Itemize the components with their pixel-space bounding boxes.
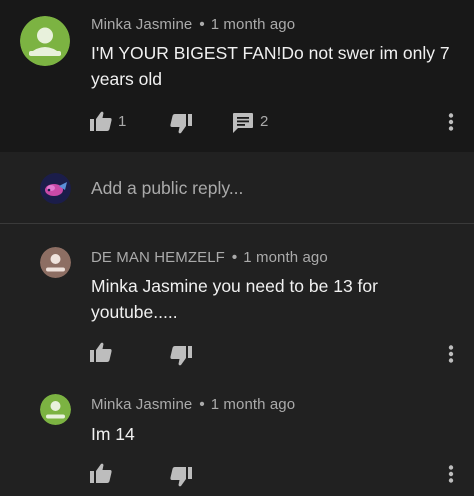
reply-author[interactable]: Minka Jasmine (91, 396, 192, 413)
reply-text-line: Im 14 (91, 424, 135, 444)
like-count: 1 (118, 113, 127, 130)
meta-separator: • (231, 249, 238, 266)
comment-header: Minka Jasmine • 1 month ago (91, 16, 295, 33)
reply-avatar[interactable] (40, 394, 71, 425)
reply-time: 1 month ago (243, 249, 328, 266)
reply-header: Minka Jasmine • 1 month ago (91, 396, 295, 413)
reply-avatar[interactable] (40, 247, 71, 278)
thumbs-down-icon[interactable] (170, 346, 192, 366)
main-comment: Minka Jasmine • 1 month ago I'M YOUR BIGES… (0, 0, 474, 152)
reply-text-line: Minka Jasmine you need to be 13 for (91, 276, 378, 296)
thumbs-up-icon[interactable] (90, 463, 112, 483)
meta-separator: • (199, 396, 205, 413)
meta-separator: • (199, 16, 205, 33)
comment-author[interactable]: Minka Jasmine (91, 16, 192, 33)
comment-text-line: years old (91, 69, 163, 89)
reply-text-line: youtube..... (91, 302, 178, 322)
reply-text: Im 14 (91, 421, 461, 447)
reply-input[interactable]: Add a public reply... (91, 178, 243, 199)
thumbs-down-icon[interactable] (170, 114, 192, 134)
reply-count[interactable]: 2 (260, 113, 268, 130)
thumbs-up-icon[interactable] (90, 342, 112, 362)
more-vert-icon[interactable] (448, 465, 454, 483)
reply-author[interactable]: DE MAN HEMZELF (91, 249, 225, 266)
comment-text-line: I'M YOUR BIGEST FAN!Do not swer im only … (91, 43, 450, 63)
thumbs-up-icon[interactable] (90, 111, 112, 131)
commenter-avatar[interactable] (20, 16, 70, 66)
reply-text: Minka Jasmine you need to be 13 for yout… (91, 273, 461, 325)
replies-section: Add a public reply... DE MAN HEMZELF • 1 m… (0, 152, 474, 496)
divider (0, 223, 474, 224)
comment-icon[interactable] (233, 113, 253, 133)
comment-time: 1 month ago (210, 16, 296, 33)
more-vert-icon[interactable] (448, 113, 454, 131)
comment-text: I'M YOUR BIGEST FAN!Do not swer im only … (91, 40, 461, 92)
user-avatar (40, 173, 71, 204)
reply-header: DE MAN HEMZELF • 1 month ago (91, 249, 328, 266)
more-vert-icon[interactable] (448, 345, 454, 363)
reply-time: 1 month ago (210, 396, 296, 413)
thumbs-down-icon[interactable] (170, 467, 192, 487)
